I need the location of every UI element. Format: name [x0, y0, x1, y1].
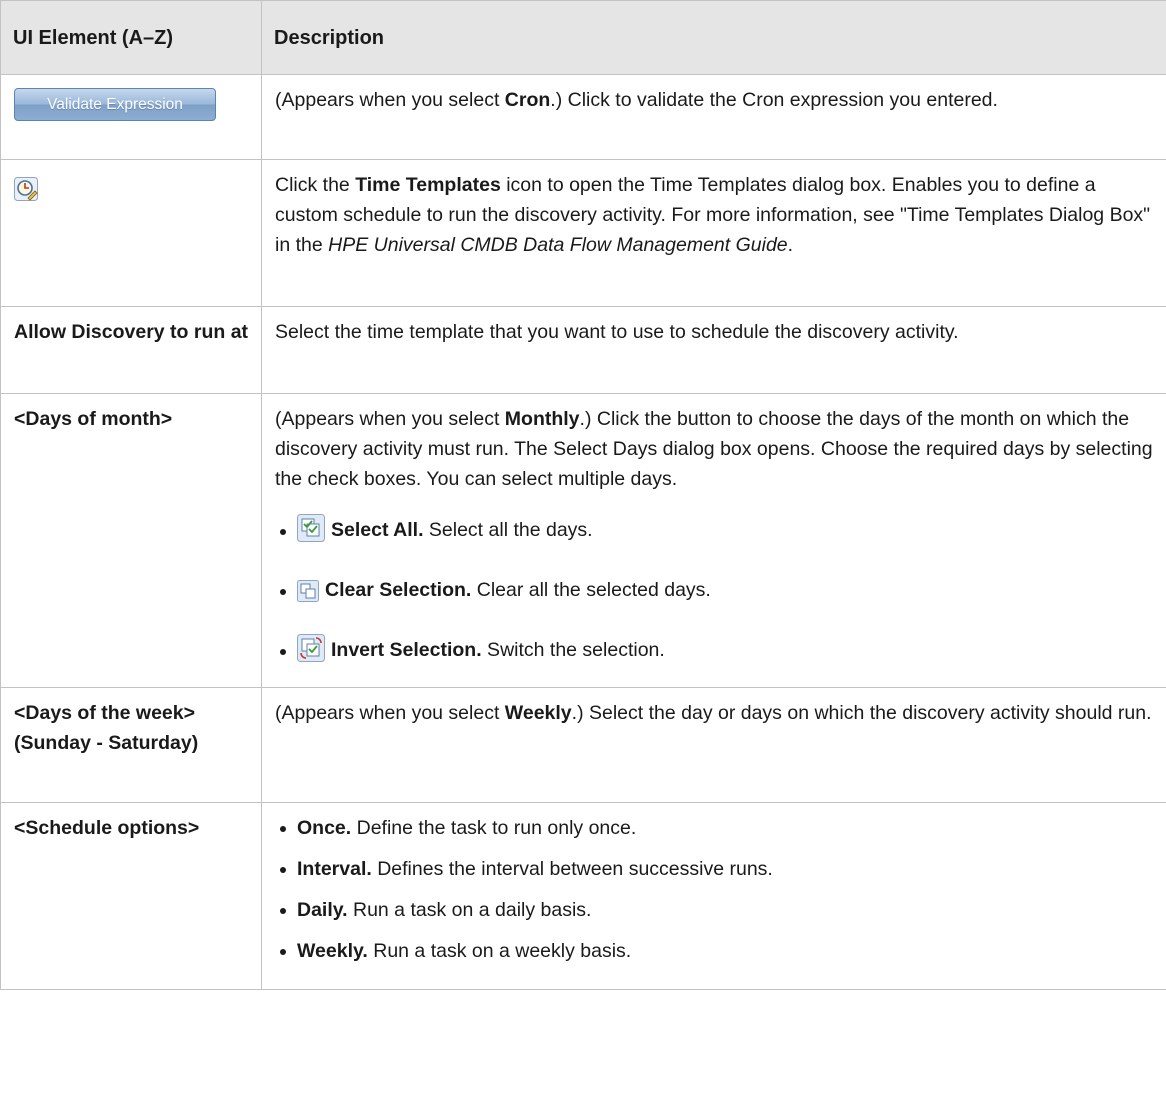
list-item: Interval. Defines the interval between s… — [275, 854, 1156, 884]
clear-selection-icon[interactable] — [297, 578, 319, 614]
description-cell: Select the time template that you want t… — [261, 306, 1166, 394]
desc-bold: Monthly — [504, 408, 580, 430]
invert-selection-icon[interactable] — [297, 634, 325, 674]
item-text: Select all the days. — [423, 519, 593, 541]
list-item: Select All. Select all the days. — [275, 512, 1156, 554]
description-cell: (Appears when you select Monthly.) Click… — [261, 393, 1166, 688]
table-row: <Days of the week> (Sunday - Saturday) (… — [0, 687, 1166, 803]
clock-pencil-icon[interactable] — [14, 177, 38, 201]
item-text: Run a task on a daily basis. — [347, 899, 592, 921]
desc-text: (Appears when you select — [275, 89, 505, 111]
table-row: Validate Expression (Appears when you se… — [0, 74, 1166, 160]
item-text: Run a task on a weekly basis. — [367, 940, 632, 962]
item-bold: Interval. — [297, 858, 372, 880]
ui-elements-table: UI Element (A–Z) Description Validate Ex… — [0, 0, 1166, 990]
description-cell: (Appears when you select Cron.) Click to… — [261, 74, 1166, 160]
desc-bold: Time Templates — [355, 174, 501, 196]
description-cell: (Appears when you select Weekly.) Select… — [261, 687, 1166, 803]
item-bold: Select All. — [331, 519, 424, 541]
select-all-icon[interactable] — [297, 514, 325, 554]
validate-expression-button[interactable]: Validate Expression — [14, 88, 216, 121]
list-item: Once. Define the task to run only once. — [275, 813, 1156, 843]
element-cell: Allow Discovery to run at — [0, 306, 262, 394]
item-bold: Invert Selection. — [331, 639, 482, 661]
desc-text: . — [787, 234, 794, 256]
item-text: Defines the interval between successive … — [371, 858, 773, 880]
desc-text: .) Click to validate the Cron expression… — [550, 89, 998, 111]
item-text: Clear all the selected days. — [471, 579, 711, 601]
table-row: Allow Discovery to run at Select the tim… — [0, 306, 1166, 394]
list-item: Weekly. Run a task on a weekly basis. — [275, 936, 1156, 966]
header-ui-element: UI Element (A–Z) — [0, 0, 262, 75]
table-row: Click the Time Templates icon to open th… — [0, 159, 1166, 307]
list-item: Daily. Run a task on a daily basis. — [275, 895, 1156, 925]
item-text: Switch the selection. — [481, 639, 665, 661]
list-item: Invert Selection. Switch the selection. — [275, 632, 1156, 674]
element-cell: <Days of month> — [0, 393, 262, 688]
element-cell: Validate Expression — [0, 74, 262, 160]
item-bold: Once. — [297, 817, 352, 839]
element-cell: <Schedule options> — [0, 802, 262, 990]
element-cell — [0, 159, 262, 307]
desc-text: .) Select the day or days on which the d… — [571, 702, 1152, 724]
table-row: <Days of month> (Appears when you select… — [0, 393, 1166, 688]
item-bold: Clear Selection. — [325, 579, 472, 601]
selection-tools-list: Select All. Select all the days. Clear S… — [275, 512, 1156, 674]
desc-text: (Appears when you select — [275, 702, 505, 724]
item-bold: Daily. — [297, 899, 348, 921]
header-description: Description — [261, 0, 1166, 75]
item-text: Define the task to run only once. — [351, 817, 637, 839]
desc-paragraph: (Appears when you select Monthly.) Click… — [275, 404, 1156, 494]
item-bold: Weekly. — [297, 940, 368, 962]
desc-text: Click the — [275, 174, 356, 196]
desc-bold: Weekly — [504, 702, 572, 724]
desc-bold: Cron — [504, 89, 551, 111]
description-cell: Once. Define the task to run only once. … — [261, 802, 1166, 990]
schedule-options-list: Once. Define the task to run only once. … — [275, 813, 1156, 966]
list-item: Clear Selection. Clear all the selected … — [275, 572, 1156, 614]
element-cell: <Days of the week> (Sunday - Saturday) — [0, 687, 262, 803]
table-row: <Schedule options> Once. Define the task… — [0, 802, 1166, 990]
table-header-row: UI Element (A–Z) Description — [0, 0, 1166, 75]
guide-title: HPE Universal CMDB Data Flow Management … — [328, 234, 788, 256]
desc-text: (Appears when you select — [275, 408, 505, 430]
description-cell: Click the Time Templates icon to open th… — [261, 159, 1166, 307]
